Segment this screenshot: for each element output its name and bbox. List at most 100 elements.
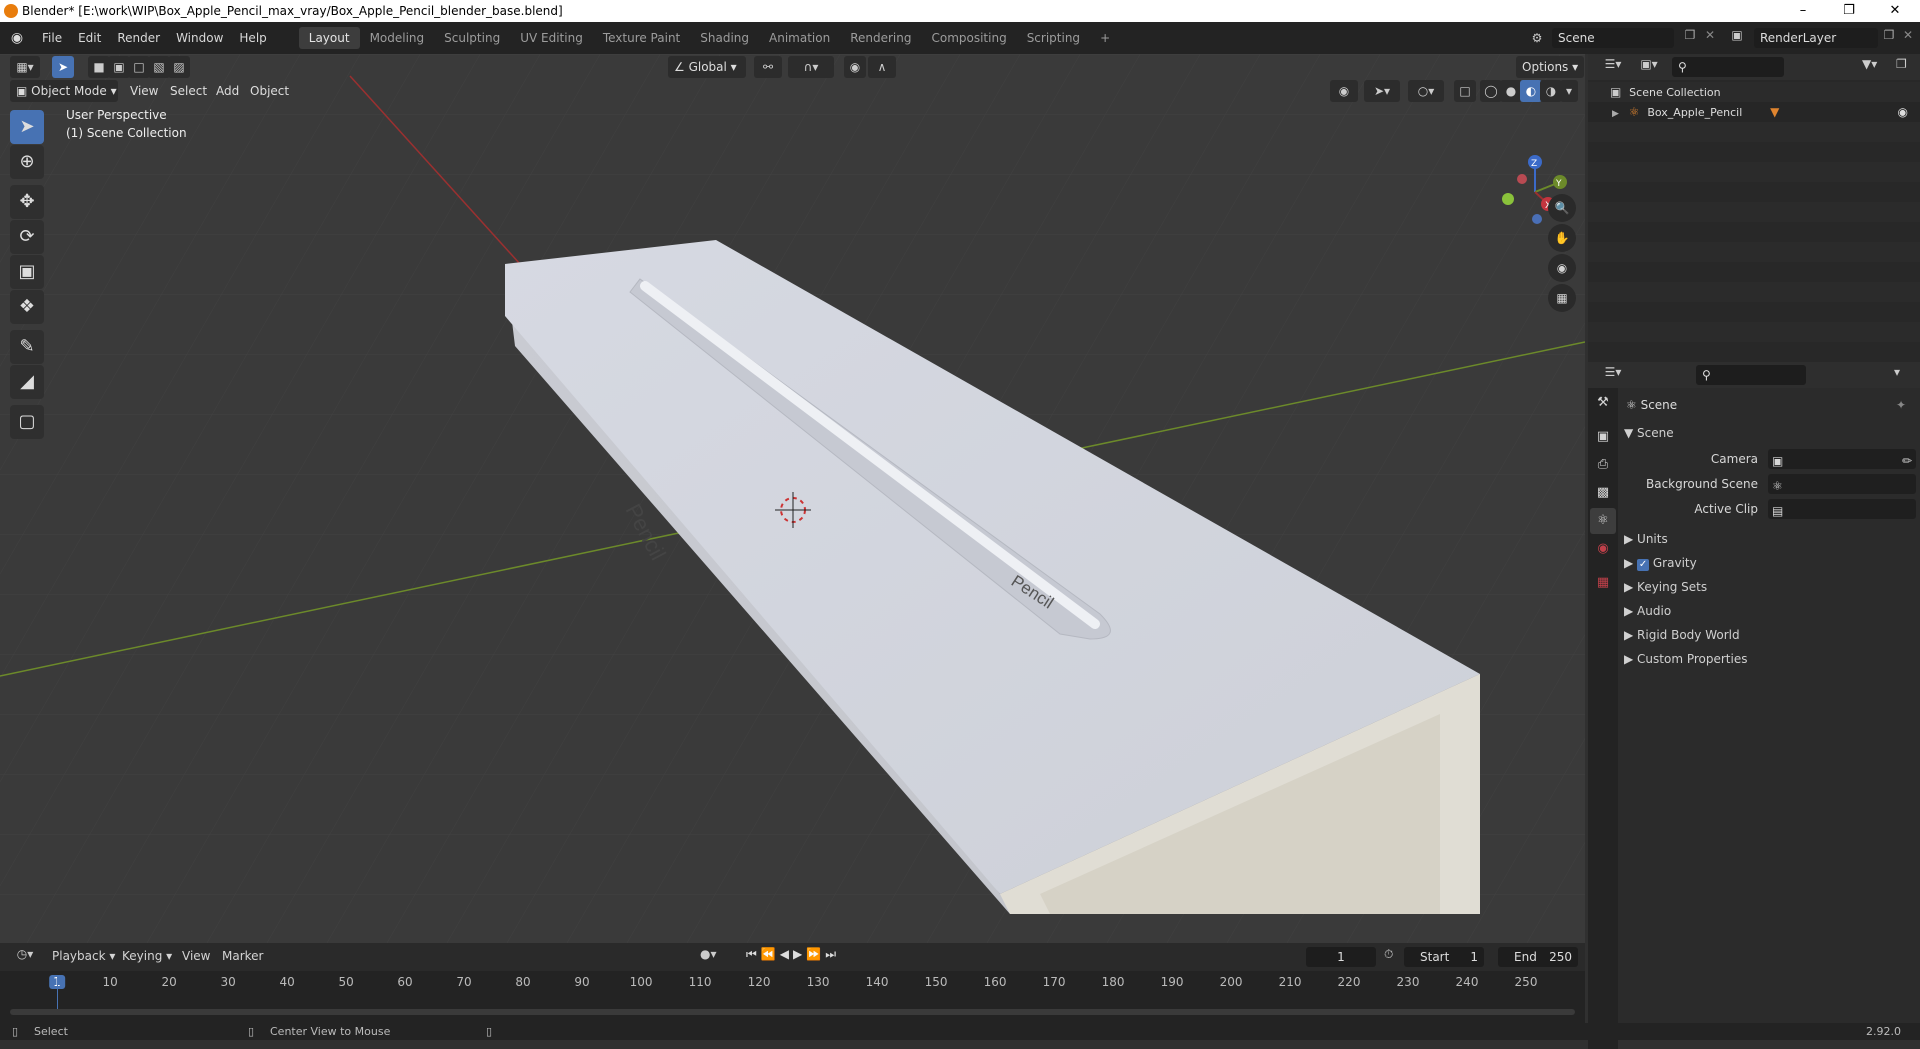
proportional-edit-icon[interactable]: ◉ — [844, 56, 866, 78]
tab-sculpting[interactable]: Sculpting — [434, 27, 510, 49]
measure-tool-icon[interactable]: ◢ — [10, 365, 44, 399]
jump-end-icon[interactable]: ⏭ — [825, 947, 840, 961]
eyedropper-icon[interactable]: ✏ — [1902, 449, 1912, 473]
overlay-toggle-icon[interactable]: ○▾ — [1408, 80, 1444, 102]
pin-icon[interactable]: ✦ — [1896, 398, 1906, 412]
menu-file[interactable]: File — [34, 31, 70, 45]
tab-modeling[interactable]: Modeling — [360, 27, 435, 49]
move-tool-icon[interactable]: ✥ — [10, 185, 44, 219]
pan-hand-icon[interactable]: ✋ — [1548, 224, 1576, 252]
prev-keyframe-icon[interactable]: ⏪ — [761, 947, 780, 961]
tab-uv-editing[interactable]: UV Editing — [510, 27, 593, 49]
visibility-icon[interactable]: ◉ — [1330, 80, 1358, 102]
panel-custom-properties[interactable]: ▶ Custom Properties — [1624, 648, 1914, 670]
delete-view-layer-icon[interactable]: ✕ — [1900, 28, 1916, 48]
annotate-tool-icon[interactable]: ✎ — [10, 330, 44, 364]
timeline-frame-ruler[interactable]: 1102030405060708090100110120130140150160… — [0, 975, 1585, 993]
scene-tab-icon[interactable]: ⚛ — [1590, 508, 1616, 534]
next-keyframe-icon[interactable]: ⏩ — [806, 947, 825, 961]
new-collection-icon[interactable]: ❐ — [1896, 57, 1916, 77]
scene-selector[interactable]: Scene — [1552, 28, 1674, 48]
rendered-shading-icon[interactable]: ◑ — [1540, 80, 1562, 102]
select-tool-icon[interactable]: ➤ — [52, 56, 74, 78]
viewport-menu-add[interactable]: Add — [216, 84, 239, 98]
panel-scene[interactable]: ▼ Scene — [1624, 422, 1914, 444]
select-subtract-icon[interactable]: □ — [128, 56, 150, 78]
timeline-scrollbar[interactable] — [10, 1009, 1575, 1015]
material-shading-icon[interactable]: ◐ — [1520, 80, 1542, 102]
background-scene-field[interactable]: ⚛ — [1768, 474, 1916, 494]
panel-rigid-body-world[interactable]: ▶ Rigid Body World — [1624, 624, 1914, 646]
mode-dropdown[interactable]: ▣ Object Mode ▾ — [10, 80, 118, 102]
tab-texture-paint[interactable]: Texture Paint — [593, 27, 690, 49]
active-clip-field[interactable]: ▤ — [1768, 499, 1916, 519]
gizmo-toggle-icon[interactable]: ➤▾ — [1364, 80, 1400, 102]
expand-icon[interactable]: ▶ — [1612, 109, 1619, 119]
snap-icon[interactable]: ∩▾ — [788, 56, 834, 78]
menu-help[interactable]: Help — [231, 31, 274, 45]
close-icon[interactable]: ✕ — [1872, 0, 1918, 22]
transform-tool-icon[interactable]: ❖ — [10, 290, 44, 324]
solid-shading-icon[interactable]: ● — [1500, 80, 1522, 102]
stopwatch-icon[interactable]: ⏱ — [1384, 947, 1393, 962]
panel-audio[interactable]: ▶ Audio — [1624, 600, 1914, 622]
tab-shading[interactable]: Shading — [690, 27, 759, 49]
shading-options-icon[interactable]: ▾ — [1560, 80, 1578, 102]
output-tab-icon[interactable]: ⎙ — [1590, 452, 1616, 478]
select-intersect-icon[interactable]: ▧ — [148, 56, 170, 78]
cursor-tool-icon[interactable]: ⊕ — [10, 145, 44, 179]
display-mode-icon[interactable]: ▣▾ — [1634, 57, 1664, 77]
new-scene-icon[interactable]: ❐ — [1680, 28, 1700, 48]
menu-render[interactable]: Render — [109, 31, 168, 45]
timeline-menu-playback[interactable]: Playback ▾ — [52, 949, 115, 963]
options-dropdown[interactable]: Options ▾ — [1516, 56, 1585, 78]
camera-field[interactable]: ▣ ✏ — [1768, 449, 1916, 469]
add-cube-tool-icon[interactable]: ▢ — [10, 405, 44, 439]
visibility-eye-icon[interactable]: ◉ — [1898, 102, 1908, 122]
timeline-menu-keying[interactable]: Keying ▾ — [122, 949, 172, 963]
gravity-checkbox[interactable]: ✓ — [1637, 559, 1650, 571]
editor-type-icon[interactable]: ▦▾ — [10, 56, 40, 78]
zoom-icon[interactable]: 🔍 — [1548, 194, 1576, 222]
add-workspace-icon[interactable]: + — [1090, 27, 1120, 49]
view-layer-tab-icon[interactable]: ▩ — [1590, 480, 1616, 506]
tab-rendering[interactable]: Rendering — [840, 27, 921, 49]
select-invert-icon[interactable]: ▨ — [168, 56, 190, 78]
tab-layout[interactable]: Layout — [298, 27, 360, 49]
tool-tab-icon[interactable]: ⚒ — [1590, 390, 1616, 416]
tab-compositing[interactable]: Compositing — [921, 27, 1016, 49]
select-box-tool-icon[interactable]: ➤ — [10, 110, 44, 144]
3d-viewport[interactable]: Pencil Pencil Z Y X User Perspective (1)… — [0, 54, 1585, 943]
camera-view-icon[interactable]: ◉ — [1548, 254, 1576, 282]
end-frame-field[interactable]: End 250 — [1498, 947, 1578, 967]
properties-options-icon[interactable]: ▾ — [1894, 365, 1914, 385]
current-frame-field[interactable]: 1 — [1306, 947, 1376, 967]
new-view-layer-icon[interactable]: ❐ — [1880, 28, 1898, 48]
view-layer-selector[interactable]: RenderLayer — [1754, 28, 1878, 48]
panel-units[interactable]: ▶ Units — [1624, 528, 1914, 550]
tab-animation[interactable]: Animation — [759, 27, 840, 49]
menu-edit[interactable]: Edit — [70, 31, 109, 45]
xray-icon[interactable]: □ — [1454, 80, 1476, 102]
properties-search-input[interactable]: ⚲ — [1696, 365, 1806, 385]
ortho-toggle-icon[interactable]: ▦ — [1548, 284, 1576, 312]
timeline-editor-icon[interactable]: ◷▾ — [10, 947, 40, 967]
transform-orientation-dropdown[interactable]: ∠ Global ▾ — [668, 56, 746, 78]
scale-tool-icon[interactable]: ▣ — [10, 255, 44, 289]
play-icon[interactable]: ▶ — [793, 947, 806, 961]
blender-menu-icon[interactable]: ◉ — [0, 30, 34, 46]
menu-window[interactable]: Window — [168, 31, 231, 45]
texture-tab-icon[interactable]: ▦ — [1590, 570, 1616, 596]
tab-scripting[interactable]: Scripting — [1017, 27, 1090, 49]
properties-editor-icon[interactable]: ☰▾ — [1598, 365, 1628, 385]
render-tab-icon[interactable]: ▣ — [1590, 424, 1616, 450]
restore-icon[interactable]: ❐ — [1826, 0, 1872, 22]
select-extend-icon[interactable]: ▣ — [108, 56, 130, 78]
viewport-menu-object[interactable]: Object — [250, 84, 289, 98]
wireframe-shading-icon[interactable]: ◯ — [1480, 80, 1502, 102]
viewport-menu-select[interactable]: Select — [170, 84, 207, 98]
viewport-menu-view[interactable]: View — [130, 84, 158, 98]
delete-scene-icon[interactable]: ✕ — [1702, 28, 1718, 48]
outliner-row-scene-collection[interactable]: ▣ Scene Collection — [1588, 82, 1920, 102]
start-frame-field[interactable]: Start 1 — [1404, 947, 1484, 967]
